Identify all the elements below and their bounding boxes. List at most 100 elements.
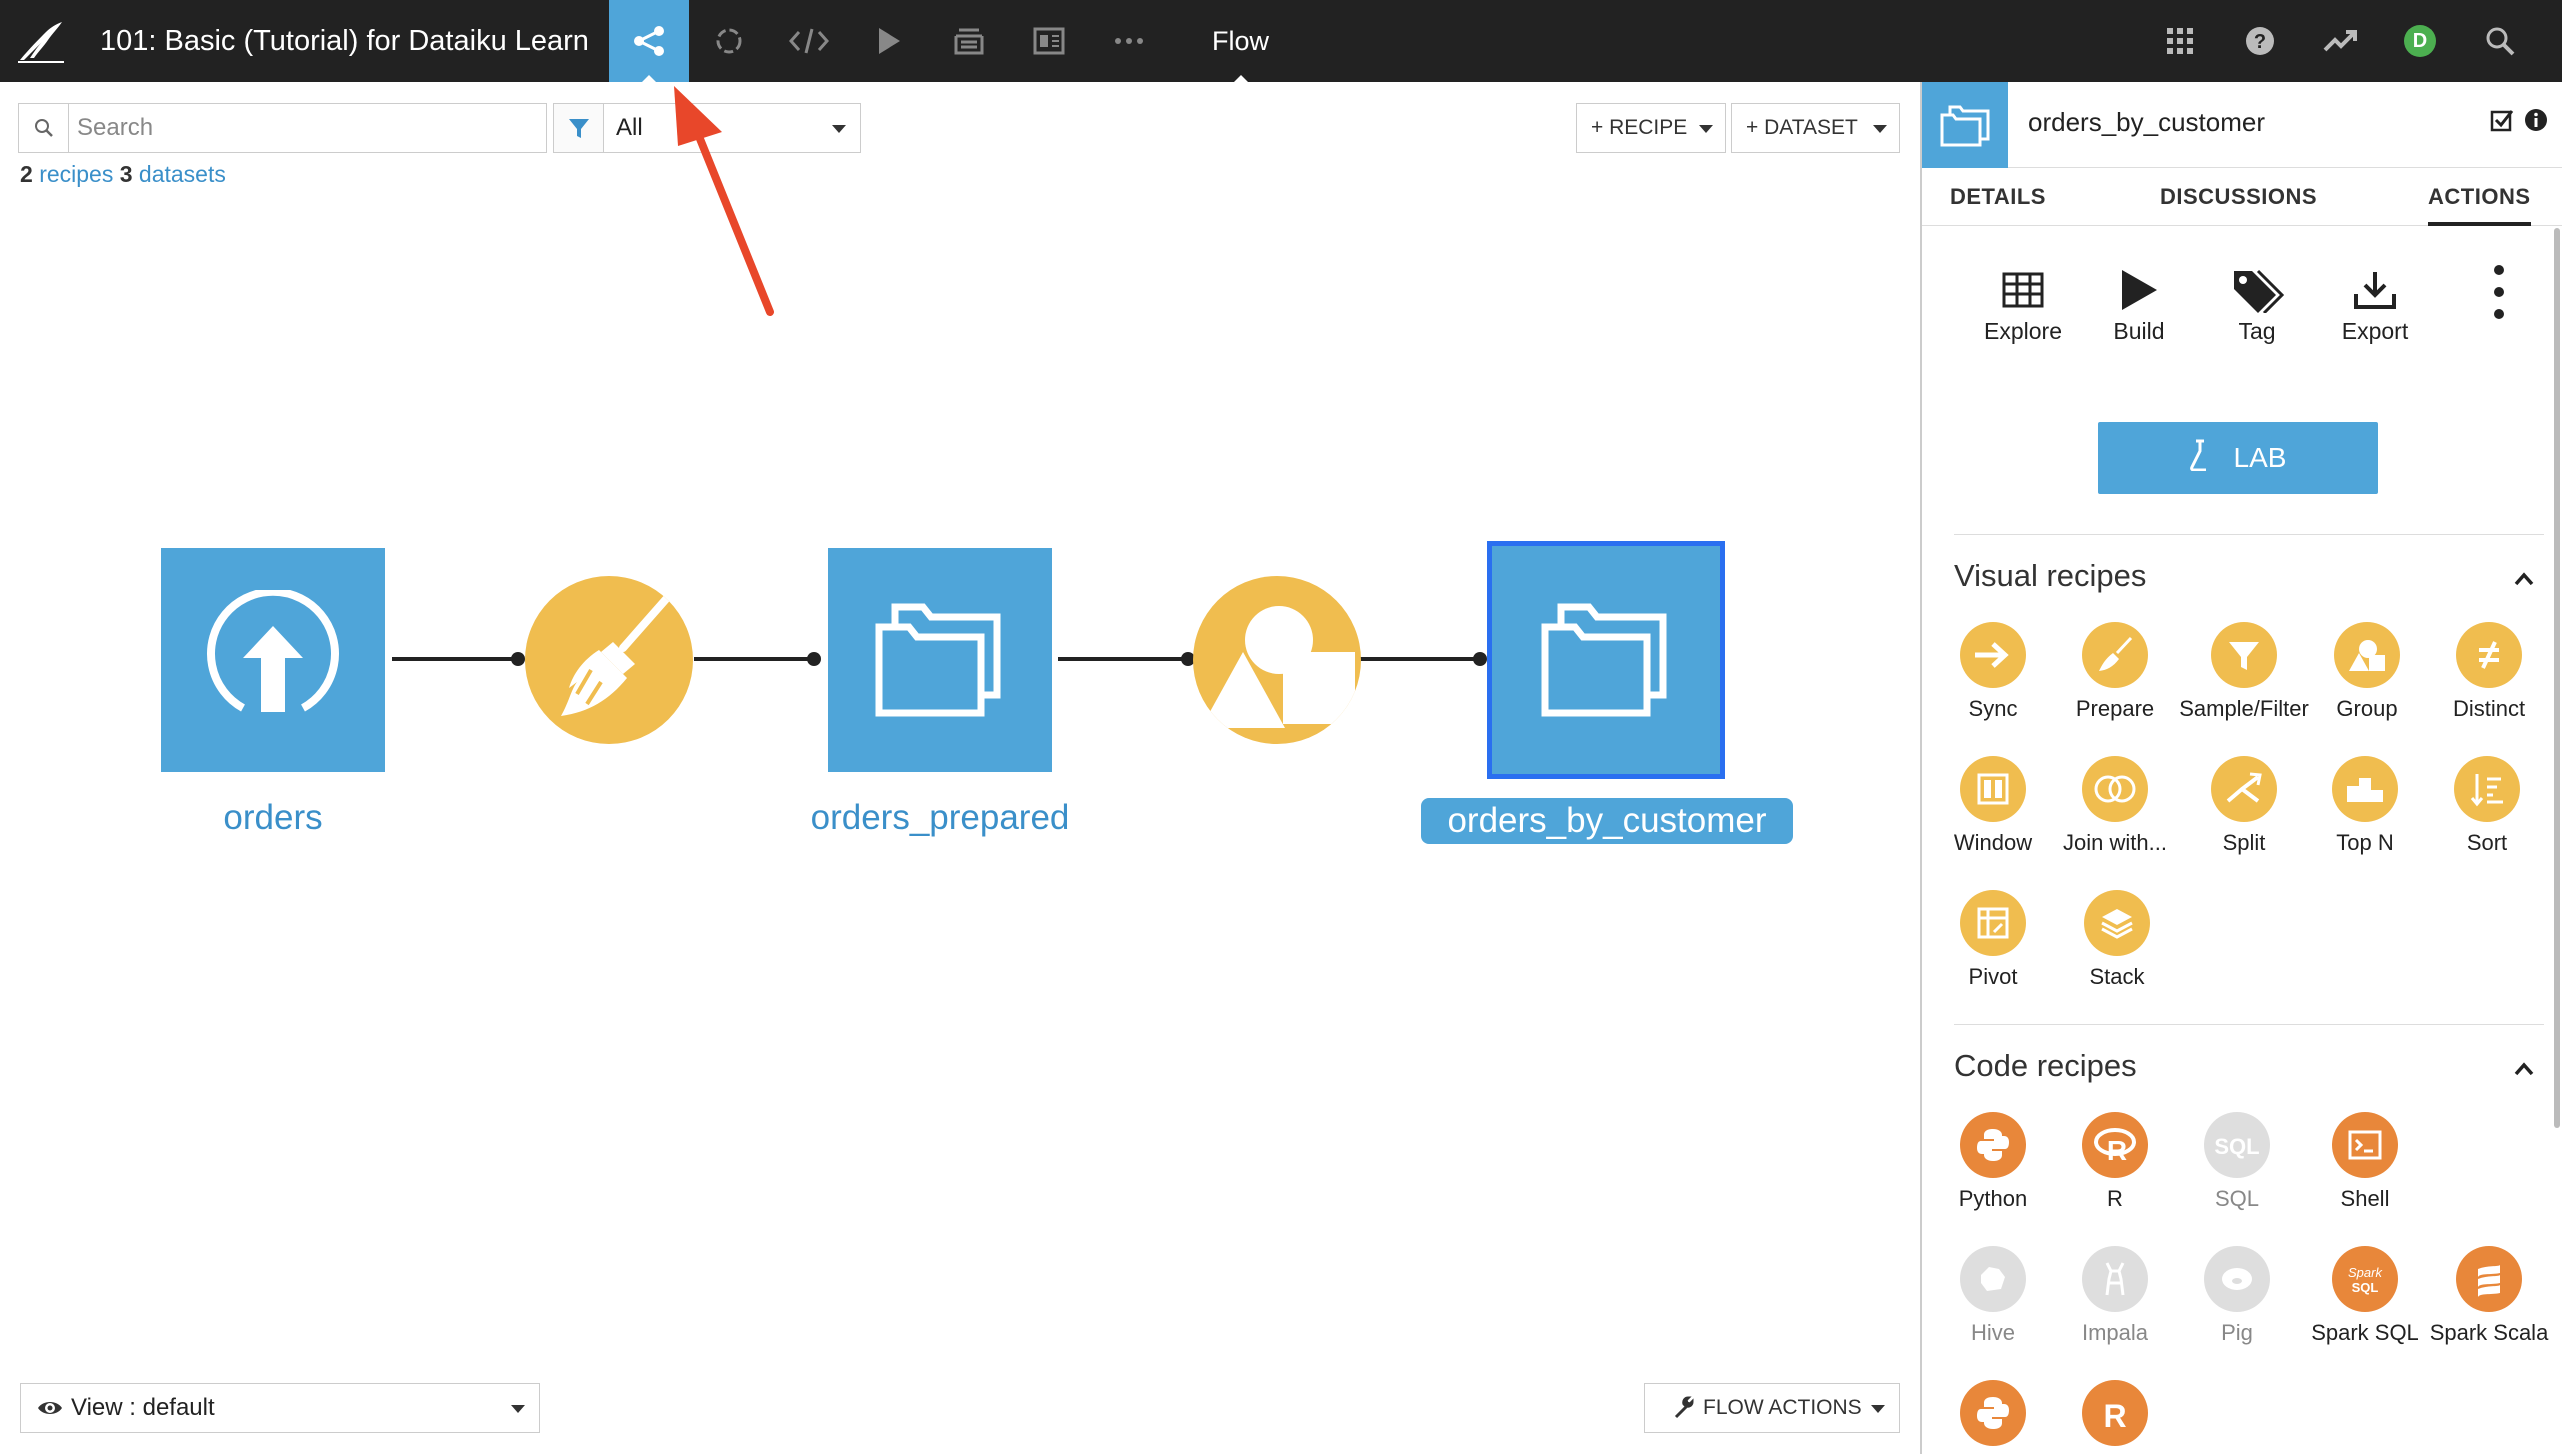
sort-icon [2454,756,2520,822]
recipe-node-group[interactable] [1193,576,1361,744]
flow-actions-button[interactable]: FLOW ACTIONS [1644,1383,1900,1433]
trending-button[interactable] [2305,0,2375,82]
recipe-label: Python [1958,1186,2028,1211]
search-icon [19,104,69,152]
folder-icon [1541,603,1667,717]
recipe-window[interactable]: Window [1930,756,2056,856]
recipe-sync[interactable]: Sync [1930,622,2056,722]
recipe-group[interactable]: Group [2304,622,2430,722]
svg-text:SQL: SQL [2352,1280,2379,1295]
recipe-split[interactable]: Split [2181,756,2307,856]
dataset-label-orders_prepared[interactable]: orders_prepared [740,798,1140,838]
nav-more-button[interactable] [1089,0,1169,82]
explore-button[interactable]: Explore [1968,262,2078,345]
add-dataset-button[interactable]: + DATASET [1731,103,1900,153]
r-language-icon: R [2082,1112,2148,1178]
svg-text:R: R [2107,1135,2127,1163]
tab-discussions[interactable]: DISCUSSIONS [2160,168,2317,226]
recipe-shell[interactable]: Shell [2302,1112,2428,1212]
nav-jobs-button[interactable] [689,0,769,82]
view-select[interactable]: View : default [20,1383,540,1433]
recipe-python[interactable]: Python [1930,1112,2056,1212]
more-icon [1115,38,1143,44]
add-recipe-label: + RECIPE [1591,116,1688,139]
flow-edge-endpoint [807,652,821,666]
svg-text:Spark: Spark [2348,1265,2383,1280]
chevron-up-icon[interactable] [2514,1062,2534,1076]
export-button[interactable]: Export [2320,262,2430,345]
notebooks-icon [954,28,984,55]
build-button[interactable]: Build [2084,262,2194,345]
recipe-spark-scala[interactable]: Spark Scala [2422,1246,2556,1346]
flow-icon [634,26,664,56]
recipe-r[interactable]: R R [2052,1112,2178,1212]
recipe-label: Window [1953,830,2033,855]
global-search-button[interactable] [2465,0,2535,82]
tab-details[interactable]: DETAILS [1950,168,2046,226]
apps-grid-icon [2167,28,2193,54]
recipe-hive[interactable]: Hive [1930,1246,2056,1346]
dataset-label-orders_by_customer[interactable]: orders_by_customer [1421,798,1793,844]
chevron-up-icon[interactable] [2514,572,2534,586]
panel-header: orders_by_customer [1922,82,2562,168]
nav-flow-button[interactable] [609,0,689,83]
nav-code-button[interactable] [769,0,849,82]
recipe-prepare[interactable]: Prepare [2052,622,2178,722]
recipe-label: Top N [2336,830,2394,855]
recipe-stack[interactable]: Stack [2054,890,2180,990]
recipe-sql[interactable]: SQL SQL [2174,1112,2300,1212]
pig-icon [2204,1246,2270,1312]
datasets-link[interactable]: datasets [139,161,226,187]
recipe-label: Stack [2089,964,2145,989]
nav-notebooks-button[interactable] [929,0,1009,82]
chevron-down-icon [1871,1405,1885,1413]
recipe-spark-sql[interactable]: Spark SQL Spark SQL [2298,1246,2432,1346]
dataiku-logo-icon[interactable] [16,18,66,64]
more-actions-button[interactable] [2474,262,2524,328]
flow-edge-endpoint [511,652,525,666]
recipe-join[interactable]: Join with... [2052,756,2178,856]
flow-counts: 2 recipes 3 datasets [20,161,226,188]
filter-button[interactable] [553,103,603,153]
recipes-count: 2 [20,161,33,187]
recipe-impala[interactable]: Impala [2052,1246,2178,1346]
recipe-node-prepare[interactable] [525,576,693,744]
recipe-label: R [2107,1186,2123,1211]
flow-edge [694,657,814,661]
info-icon[interactable] [2524,108,2548,132]
dataset-node-orders_by_customer[interactable] [1487,541,1725,779]
current-section-label[interactable]: Flow [1200,0,1281,83]
recipe-distinct[interactable]: Distinct [2426,622,2552,722]
visual-recipes-title[interactable]: Visual recipes [1954,558,2146,594]
recipe-label: Sync [1968,696,2018,721]
nav-run-button[interactable] [849,0,929,82]
flow-search-input[interactable] [77,104,537,152]
project-title[interactable]: 101: Basic (Tutorial) for Dataiku Learn [100,0,589,82]
add-recipe-button[interactable]: + RECIPE [1576,103,1726,153]
recipe-top-n[interactable]: Top N [2302,756,2428,856]
user-avatar-button[interactable]: D [2385,0,2455,82]
nav-dashboard-button[interactable] [1009,0,1089,82]
recipes-link[interactable]: recipes [39,161,113,187]
recipe-sort[interactable]: Sort [2424,756,2550,856]
dataset-node-orders[interactable] [161,548,385,772]
code-recipes-title[interactable]: Code recipes [1954,1048,2137,1084]
apps-grid-button[interactable] [2145,0,2215,82]
dataset-label-orders[interactable]: orders [161,798,385,838]
panel-scrollbar[interactable] [2554,228,2560,1128]
dataset-node-orders_prepared[interactable] [828,548,1052,772]
group-shapes-icon [1201,606,1355,728]
recipe-sample-filter[interactable]: Sample/Filter [2174,622,2314,722]
tag-button[interactable]: Tag [2202,262,2312,345]
tab-actions[interactable]: ACTIONS [2428,168,2531,226]
recipe-pyspark[interactable] [1930,1380,2056,1454]
recipe-pivot[interactable]: Pivot [1930,890,2056,990]
recipe-sparkr[interactable]: R [2052,1380,2178,1454]
recipe-pig[interactable]: Pig [2174,1246,2300,1346]
recipe-label: Pivot [1968,964,2018,989]
checkbox-icon[interactable] [2490,108,2514,132]
lab-button[interactable]: LAB [2098,422,2378,494]
recipe-label: Hive [1970,1320,2015,1345]
svg-text:?: ? [2254,31,2266,53]
help-button[interactable]: ? [2225,0,2295,82]
